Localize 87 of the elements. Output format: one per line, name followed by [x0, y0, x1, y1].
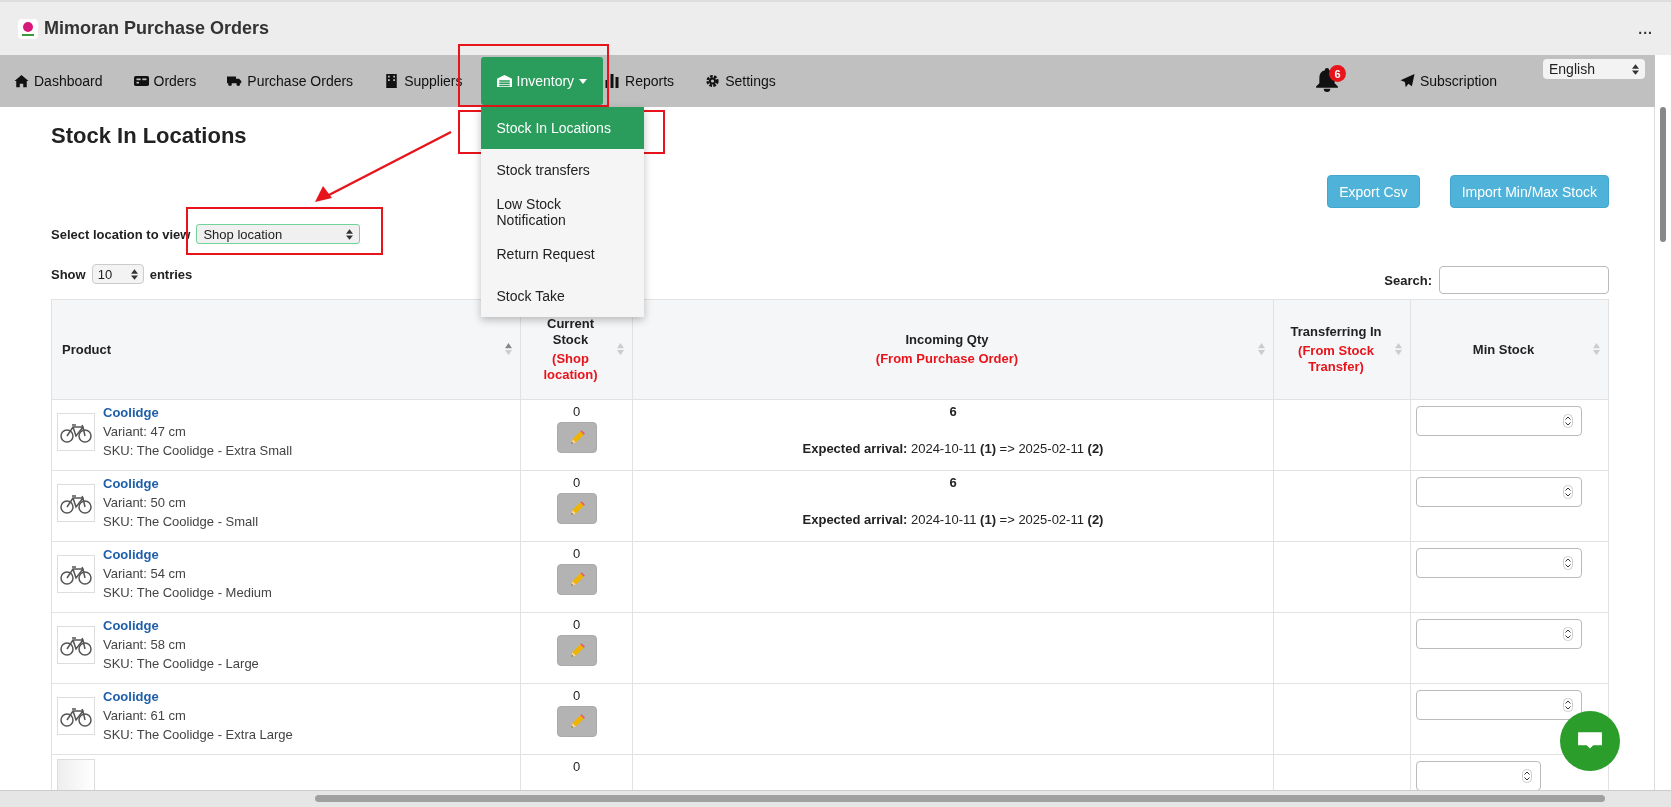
warehouse-icon [496, 74, 512, 88]
nav-item[interactable]: Reports [605, 57, 691, 105]
truck-icon [227, 74, 243, 88]
stock-value: 0 [571, 404, 582, 419]
variant-text: Variant: 47 cm [103, 423, 187, 440]
show-label: Show [51, 266, 86, 282]
min-stock-field[interactable] [1416, 477, 1582, 507]
page-title: Stock In Locations [51, 123, 247, 149]
bicycle-icon [57, 554, 95, 593]
location-select[interactable]: Shop location [196, 224, 361, 244]
product-link[interactable]: Coolidge [103, 546, 272, 563]
nav-item[interactable]: Orders [133, 57, 213, 105]
language-select[interactable]: English [1543, 59, 1645, 79]
edit-button[interactable] [556, 706, 597, 737]
search-label: Search: [1384, 272, 1432, 288]
search-field[interactable] [1439, 266, 1609, 294]
bar-chart-icon [605, 74, 621, 88]
spinner-icon [1563, 414, 1573, 428]
more-menu-button[interactable]: ... [1638, 20, 1653, 37]
spinner-icon [1563, 556, 1573, 570]
chat-button[interactable] [1560, 711, 1620, 771]
product-link[interactable]: Coolidge [103, 404, 293, 421]
column-header[interactable]: Transferring In (From Stock Transfer) [1273, 299, 1411, 400]
sku-text: SKU: The Coolidge - Extra Large [103, 726, 293, 743]
product-link[interactable]: Coolidge [103, 617, 259, 634]
id-card-icon [133, 74, 149, 88]
product-link[interactable]: Coolidge [103, 475, 259, 492]
nav-item[interactable]: Settings [705, 57, 792, 105]
column-header[interactable]: Incoming Qty (From Purchase Order) [632, 299, 1274, 400]
scrollbar-thumb[interactable] [1660, 107, 1666, 242]
bicycle-icon [57, 625, 95, 664]
edit-button[interactable] [556, 564, 597, 595]
bicycle-icon [57, 483, 95, 522]
paper-plane-icon [1399, 74, 1415, 88]
spinner-icon [1563, 627, 1573, 641]
scrollbar-thumb[interactable] [315, 795, 1605, 802]
home-icon [14, 74, 29, 88]
sort-icon [1258, 342, 1265, 356]
entries-label: entries [149, 266, 193, 282]
subscription-link[interactable]: Subscription [1399, 57, 1513, 105]
expected-arrival: Expected arrival: 2024-10-11 (1) => 2025-02-11 (2) [801, 441, 1105, 456]
variant-text: Variant: 50 cm [103, 494, 187, 511]
product-link[interactable]: Coolidge [103, 688, 293, 705]
sku-text: SKU: The Coolidge - Large [103, 655, 259, 672]
sort-icon [1593, 342, 1600, 356]
expected-arrival: Expected arrival: 2024-10-11 (1) => 2025-02-11 (2) [801, 512, 1105, 527]
select-arrows-icon [1632, 63, 1639, 75]
select-arrows-icon [346, 228, 354, 240]
stock-value: 0 [571, 759, 582, 774]
building-icon [384, 74, 400, 88]
menu-item[interactable]: Return Request [480, 233, 644, 275]
bicycle-icon [57, 696, 95, 735]
app-logo-icon [18, 18, 38, 39]
app-title: Mimoran Purchase Orders [44, 18, 270, 39]
edit-button[interactable] [556, 493, 597, 524]
sort-icon [617, 342, 624, 356]
incoming-qty: 6 [948, 404, 958, 419]
nav-item[interactable]: Purchase Orders [227, 57, 370, 105]
stock-value: 0 [571, 475, 582, 490]
page-size-select[interactable]: 10 [91, 264, 144, 284]
column-header[interactable]: Min Stock [1410, 299, 1609, 400]
sku-text: SKU: The Coolidge - Extra Small [103, 442, 293, 459]
select-arrows-icon [130, 268, 138, 280]
spinner-icon [1522, 769, 1532, 783]
incoming-qty: 6 [948, 475, 958, 490]
stock-value: 0 [571, 546, 582, 561]
spinner-icon [1563, 485, 1573, 499]
stock-value: 0 [571, 617, 582, 632]
nav-item[interactable]: Dashboard [14, 57, 119, 105]
edit-button[interactable] [556, 635, 597, 666]
menu-item[interactable]: Low Stock Notification [480, 191, 644, 233]
spinner-icon [1563, 698, 1573, 712]
min-stock-field[interactable] [1416, 406, 1582, 436]
sort-icon [1395, 342, 1402, 356]
variant-text: Variant: 61 cm [103, 707, 187, 724]
variant-text: Variant: 54 cm [103, 565, 187, 582]
sku-text: SKU: The Coolidge - Small [103, 513, 259, 530]
min-stock-field[interactable] [1416, 619, 1582, 649]
bicycle-icon [57, 412, 95, 451]
sku-text: SKU: The Coolidge - Medium [103, 584, 272, 601]
variant-text: Variant: 58 cm [103, 636, 187, 653]
stock-value: 0 [571, 688, 582, 703]
settings-icon [705, 74, 721, 88]
menu-item[interactable]: Stock transfers [480, 149, 644, 191]
sort-icon [505, 342, 512, 356]
min-stock-field[interactable] [1416, 548, 1582, 578]
edit-button[interactable] [556, 422, 597, 453]
